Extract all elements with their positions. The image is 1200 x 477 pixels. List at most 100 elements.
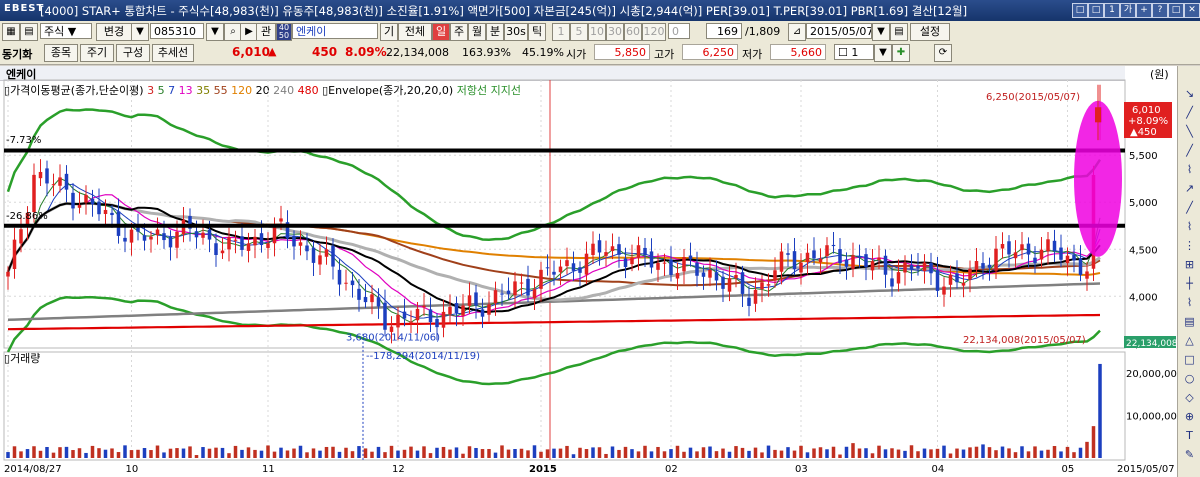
drawing-tool-19-icon[interactable]: ✎ (1181, 447, 1198, 463)
chart-area[interactable]: 엔케이 (원) ▯가격이동평균(종가,단순이평) 3 5 7 13 35 55 … (0, 66, 1200, 477)
drawing-tool-8-icon[interactable]: ⋮ (1181, 238, 1198, 254)
volume-bar (786, 447, 790, 458)
tick-button-5[interactable]: 120 (642, 23, 666, 41)
date-dropdown-icon[interactable]: ▼ (872, 23, 890, 41)
candle-body (97, 201, 101, 215)
candle-body (207, 229, 212, 240)
change-button[interactable]: 변경 (96, 23, 132, 41)
window-control-5[interactable]: ? (1152, 3, 1168, 18)
layout-icon[interactable]: ▦ (2, 23, 20, 41)
drawing-tool-3-icon[interactable]: ╱ (1181, 143, 1198, 159)
tick-button-4[interactable]: 60 (624, 23, 642, 41)
refresh-icon[interactable]: ⟳ (934, 44, 952, 62)
window-control-1[interactable]: □ (1088, 3, 1104, 18)
volume-tick-label: 10,000,000 (1126, 412, 1177, 423)
drawing-tool-4-icon[interactable]: ⌇ (1181, 162, 1198, 178)
drawing-tool-16-icon[interactable]: ◇ (1181, 390, 1198, 406)
candle-body (428, 309, 433, 323)
drawing-tool-7-icon[interactable]: ⌇ (1181, 219, 1198, 235)
candle-body (675, 272, 680, 279)
window-control-3[interactable]: 가 (1120, 3, 1136, 18)
candle-body (961, 282, 966, 286)
drawing-tool-0-icon[interactable]: ↘ (1181, 86, 1198, 102)
volume-bar (948, 453, 953, 458)
volume-bar (493, 452, 498, 458)
ma-badge-bottom: 50 (278, 31, 290, 40)
drawing-tool-6-icon[interactable]: ╱ (1181, 200, 1198, 216)
drawing-tool-18-icon[interactable]: T (1181, 428, 1198, 444)
volume-bar (591, 447, 595, 458)
mode-button-1[interactable]: 주기 (80, 44, 114, 62)
period-button-3[interactable]: 주 (450, 23, 468, 41)
window-control-0[interactable]: □ (1072, 3, 1088, 18)
window-control-6[interactable]: □ (1168, 3, 1184, 18)
save-icon[interactable]: ▤ (20, 23, 38, 41)
volume-bar (526, 450, 530, 458)
interest-button[interactable]: 관 (256, 23, 276, 41)
add-icon[interactable]: ✚ (892, 44, 910, 62)
volume-bar (1020, 446, 1024, 458)
tick-button-0[interactable]: 1 (552, 23, 570, 41)
period-button-1[interactable]: 전체 (398, 23, 432, 41)
window-control-2[interactable]: 1 (1104, 3, 1120, 18)
volume-bar (1059, 451, 1063, 458)
settings-button[interactable]: 설정 (910, 23, 950, 41)
grid-icon[interactable]: ▤ (890, 23, 908, 41)
calendar-icon[interactable]: ⊿ (788, 23, 806, 41)
volume-bar (1091, 426, 1096, 458)
drawing-tool-13-icon[interactable]: △ (1181, 333, 1198, 349)
drawing-tool-5-icon[interactable]: ↗ (1181, 181, 1198, 197)
bar-count-input[interactable]: 169 (706, 23, 742, 39)
checkbox-dropdown-icon[interactable]: ▼ (874, 44, 892, 62)
price-chart[interactable]: 5,5005,0004,5004,0003,50020,000,00010,00… (0, 66, 1177, 477)
drawing-tool-12-icon[interactable]: ▤ (1181, 314, 1198, 330)
volume-bar (539, 451, 543, 458)
checkbox-select[interactable]: ☐ 1 (834, 44, 874, 60)
market-select[interactable]: 주식 ▼ (40, 23, 92, 39)
period-button-6[interactable]: 30s (504, 23, 528, 41)
chevron-down-icon[interactable]: ▼ (131, 23, 149, 41)
price-tick-label: 4,500 (1129, 245, 1158, 256)
volume-bar (799, 445, 803, 458)
period-button-4[interactable]: 월 (468, 23, 486, 41)
volume-bar (474, 447, 478, 458)
candle-body (747, 297, 751, 306)
ma-badge[interactable]: 40 50 (276, 23, 292, 41)
tick-button-2[interactable]: 10 (588, 23, 606, 41)
drawing-tool-11-icon[interactable]: ⌇ (1181, 295, 1198, 311)
date-input[interactable]: 2015/05/07 (806, 23, 872, 39)
tick-button-3[interactable]: 30 (606, 23, 624, 41)
stock-code-input[interactable]: 085310 (150, 23, 204, 39)
drawing-tool-17-icon[interactable]: ⊕ (1181, 409, 1198, 425)
high-value: 6,250 (682, 44, 738, 60)
drawing-tool-9-icon[interactable]: ⊞ (1181, 257, 1198, 273)
candle-body (51, 184, 56, 186)
dropdown-icon[interactable]: ▼ (206, 23, 224, 41)
volume-bar (669, 449, 673, 458)
mode-button-3[interactable]: 추세선 (152, 44, 194, 62)
stock-name-field[interactable]: 엔케이 (292, 23, 378, 39)
volume-bar (922, 448, 927, 458)
drawing-tool-14-icon[interactable]: □ (1181, 352, 1198, 368)
drawing-tool-10-icon[interactable]: ┼ (1181, 276, 1198, 292)
period-button-0[interactable]: 기 (380, 23, 398, 41)
window-control-7[interactable]: ✕ (1184, 3, 1200, 18)
period-button-5[interactable]: 분 (486, 23, 504, 41)
candle-body (838, 249, 842, 264)
drawing-tool-1-icon[interactable]: ╱ (1181, 105, 1198, 121)
volume-bar (298, 445, 303, 458)
window-control-4[interactable]: + (1136, 3, 1152, 18)
period-button-7[interactable]: 틱 (528, 23, 546, 41)
candle-body (415, 308, 420, 321)
volume-bar (45, 446, 49, 458)
mode-button-2[interactable]: 구성 (116, 44, 150, 62)
tick-button-1[interactable]: 5 (570, 23, 588, 41)
volume-bar (1078, 447, 1083, 458)
drawing-tool-2-icon[interactable]: ╲ (1181, 124, 1198, 140)
volume-bar (396, 450, 400, 458)
candle-body (448, 306, 452, 315)
period-button-2[interactable]: 일 (432, 23, 450, 41)
mode-button-0[interactable]: 종목 (44, 44, 78, 62)
tick-extra-input[interactable]: 0 (668, 23, 690, 39)
drawing-tool-15-icon[interactable]: ○ (1181, 371, 1198, 387)
